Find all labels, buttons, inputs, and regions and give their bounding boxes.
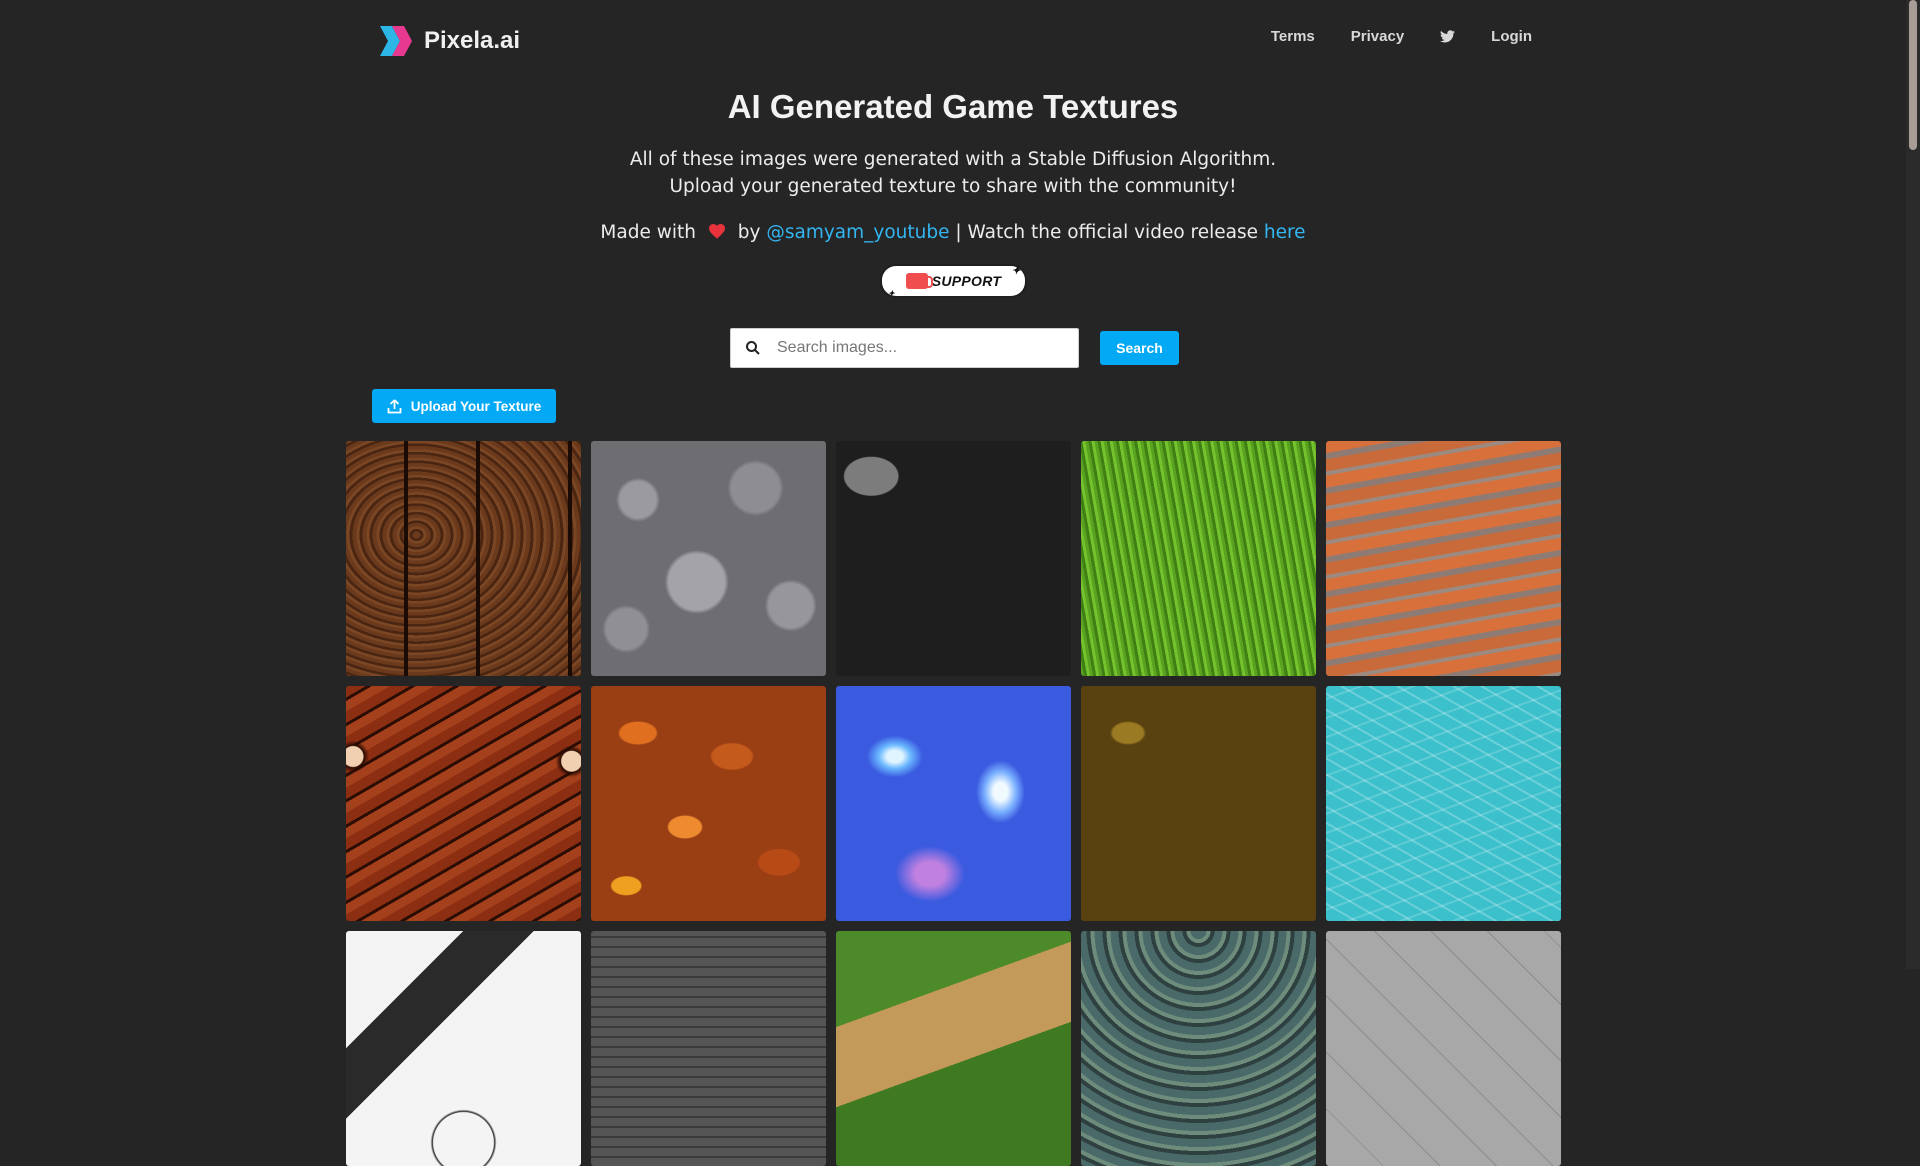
texture-tile-grass[interactable] [1081, 441, 1316, 676]
texture-tile-autumn-leaves[interactable] [591, 686, 826, 921]
search-input[interactable] [775, 338, 1078, 358]
scrollbar-thumb[interactable] [1909, 0, 1917, 150]
texture-tile-gray-rock[interactable] [591, 441, 826, 676]
twitter-icon[interactable] [1440, 30, 1456, 43]
credit-prefix: Made with [600, 222, 696, 243]
search-icon [746, 341, 760, 355]
credit-middle: | Watch the official video release [955, 222, 1258, 243]
texture-tile-wood-planks[interactable] [346, 441, 581, 676]
nav-terms[interactable]: Terms [1271, 28, 1315, 45]
page: Pixela.ai Terms Privacy Login AI Generat… [0, 0, 1906, 1166]
credit-handle-link[interactable]: @samyam_youtube [766, 222, 949, 243]
video-link[interactable]: here [1264, 222, 1306, 243]
vertical-scrollbar[interactable] [1906, 0, 1920, 969]
logo[interactable]: Pixela.ai [378, 24, 520, 58]
texture-tile-scales[interactable] [1081, 931, 1316, 1166]
texture-tile-cobblestone[interactable] [591, 931, 826, 1166]
texture-tile-stones[interactable] [836, 441, 1071, 676]
ko-fi-cup-icon [905, 273, 933, 289]
nav-privacy[interactable]: Privacy [1351, 28, 1404, 45]
page-title: AI Generated Game Textures [727, 88, 1179, 125]
top-nav: Terms Privacy Login [1235, 28, 1532, 45]
texture-tile-crystal[interactable] [836, 686, 1071, 921]
upload-texture-button[interactable]: Upload Your Texture [372, 389, 556, 423]
upload-icon [387, 398, 402, 413]
hero: AI Generated Game Textures All of these … [0, 88, 1906, 243]
texture-gallery [346, 441, 1561, 1166]
texture-tile-black-white[interactable] [346, 931, 581, 1166]
sparkle-icon: ✦ [1011, 265, 1021, 277]
texture-tile-owl-bark[interactable] [346, 686, 581, 921]
nav-login[interactable]: Login [1491, 28, 1532, 45]
texture-tile-dirt[interactable] [1081, 686, 1316, 921]
texture-tile-tiles[interactable] [1326, 931, 1561, 1166]
upload-label: Upload Your Texture [410, 398, 542, 414]
sparkle-icon: ✦ [888, 289, 896, 298]
support-label: SUPPORT [931, 273, 1002, 289]
texture-tile-path[interactable] [836, 931, 1071, 1166]
credit-line: Made with by @samyam_youtube | Watch the… [0, 222, 1906, 243]
brand-name: Pixela.ai [424, 27, 521, 54]
hero-description: All of these images were generated with … [629, 149, 1277, 197]
credit-by: by [737, 222, 761, 243]
logo-chevrons-icon [380, 26, 412, 56]
search-box [730, 328, 1079, 368]
support-button[interactable]: SUPPORT ✦ ✦ [882, 265, 1025, 298]
texture-tile-water[interactable] [1326, 686, 1561, 921]
search-button[interactable]: Search [1100, 331, 1179, 365]
heart-icon [708, 224, 725, 240]
texture-tile-sand[interactable] [1326, 441, 1561, 676]
